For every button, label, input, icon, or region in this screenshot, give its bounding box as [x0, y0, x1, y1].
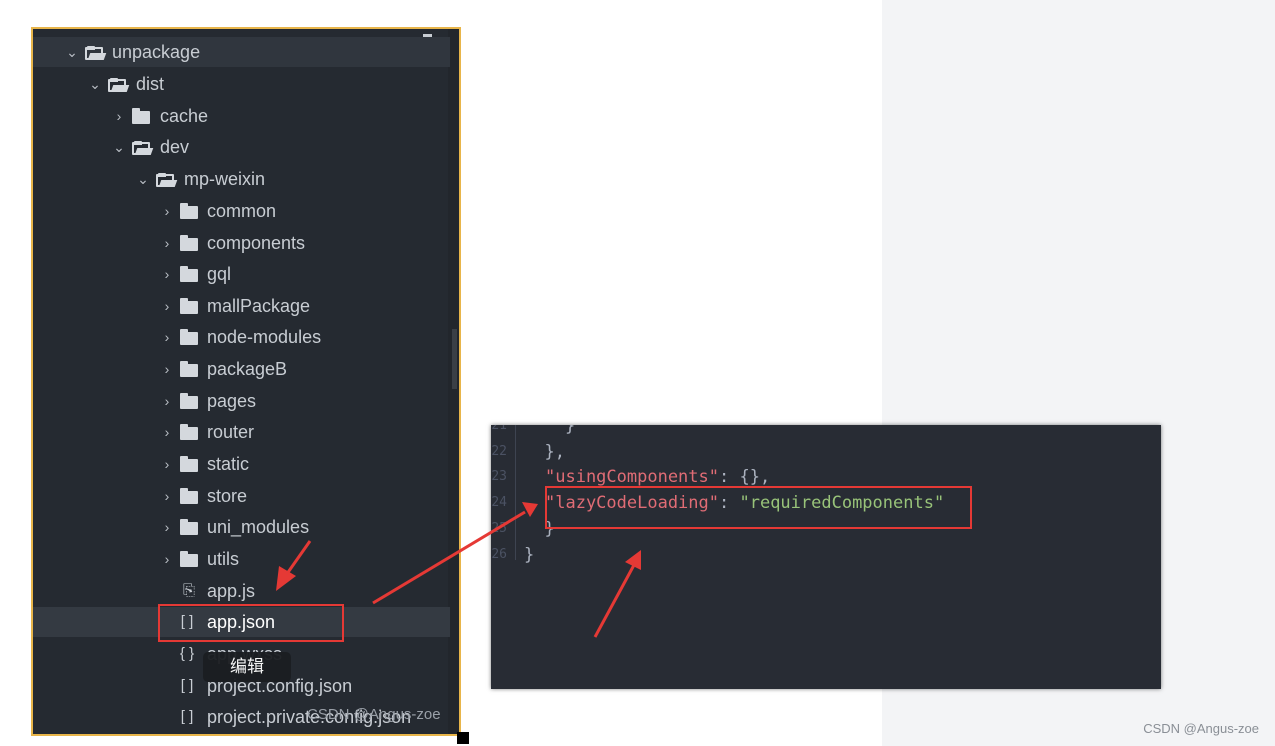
chevron-right-icon: ›	[164, 329, 170, 345]
explorer-watermark: CSDN @Angus-zoe	[307, 706, 441, 723]
tree-item-label: unpackage	[112, 42, 201, 62]
folder-icon	[179, 481, 199, 511]
tree-item-label: store	[207, 486, 248, 506]
line-number: 25	[491, 521, 507, 536]
folder-icon	[179, 512, 199, 542]
chevron-right-icon: ›	[164, 424, 170, 440]
chevron-right-icon: ›	[164, 203, 170, 219]
code-line: 21 }	[491, 425, 1161, 439]
tree-item-static[interactable]: › static	[33, 449, 450, 479]
tree-item-router[interactable]: › router	[33, 417, 450, 447]
chevron-right-icon: ›	[164, 488, 170, 504]
json-key: "usingComponents"	[545, 467, 719, 487]
chevron-down-icon: ⌄	[66, 44, 78, 60]
tree-item-label: app.js	[207, 581, 256, 601]
tree-item-label: uni_modules	[207, 517, 310, 537]
tree-item-cache[interactable]: › cache	[33, 101, 450, 131]
folder-icon	[179, 386, 199, 416]
tree-item-label: router	[207, 422, 255, 442]
tree-item-node-modules[interactable]: › node-modules	[33, 322, 450, 352]
folder-open-icon	[155, 164, 175, 194]
chevron-right-icon: ›	[164, 519, 170, 535]
edit-tooltip: 编辑	[203, 652, 291, 682]
folder-icon	[179, 544, 199, 574]
line-number: 26	[491, 547, 507, 562]
tree-item-mallpackage[interactable]: › mallPackage	[33, 291, 450, 321]
chevron-right-icon: ›	[164, 235, 170, 251]
tree-item-mp-weixin[interactable]: ⌄ mp-weixin	[33, 164, 450, 194]
tree-item-label: common	[207, 201, 277, 221]
tree-item-dev[interactable]: ⌄ dev	[33, 132, 450, 162]
code-line: 26 }	[491, 542, 1161, 568]
css-file-icon: { }	[179, 645, 195, 662]
tree-item-label: cache	[160, 106, 209, 126]
folder-icon	[179, 417, 199, 447]
chevron-down-icon: ⌄	[113, 139, 125, 155]
folder-open-icon	[131, 132, 151, 162]
chevron-right-icon: ›	[116, 108, 122, 124]
folder-icon	[179, 259, 199, 289]
code-text: }	[524, 425, 576, 436]
code-text: },	[524, 442, 565, 462]
code-line: 22 },	[491, 439, 1161, 465]
line-number: 23	[491, 469, 507, 484]
resize-handle	[457, 732, 469, 744]
folder-icon	[131, 101, 151, 131]
folder-icon	[179, 228, 199, 258]
line-number: 24	[491, 495, 507, 510]
folder-open-icon	[107, 69, 127, 99]
line-number: 21	[491, 425, 507, 433]
chevron-right-icon: ›	[164, 298, 170, 314]
js-file-icon: ⎘	[182, 582, 195, 599]
tree-item-label: dist	[136, 74, 165, 94]
folder-icon	[179, 449, 199, 479]
tree-item-uni-modules[interactable]: › uni_modules	[33, 512, 450, 542]
tree-item-app-js[interactable]: ⎘ app.js	[33, 576, 450, 606]
tree-item-components[interactable]: › components	[33, 228, 450, 258]
folder-icon	[179, 291, 199, 321]
tree-item-pages[interactable]: › pages	[33, 386, 450, 416]
tree-item-label: pages	[207, 391, 257, 411]
tree-item-label: static	[207, 454, 250, 474]
tree-item-label: components	[207, 233, 306, 253]
json-punctuation: : {},	[719, 467, 771, 487]
json-file-icon: [ ]	[180, 677, 194, 694]
tree-item-packageb[interactable]: › packageB	[33, 354, 450, 384]
folder-icon	[179, 196, 199, 226]
chevron-right-icon: ›	[164, 266, 170, 282]
folder-icon	[179, 354, 199, 384]
tree-item-label: gql	[207, 264, 232, 284]
page-watermark: CSDN @Angus-zoe	[1143, 721, 1259, 736]
tree-item-label: mallPackage	[207, 296, 311, 316]
tree-item-label: packageB	[207, 359, 288, 379]
chevron-right-icon: ›	[164, 456, 170, 472]
chevron-down-icon: ⌄	[89, 76, 101, 92]
code-text: }	[524, 545, 535, 565]
explorer-scrollbar-thumb[interactable]	[452, 329, 457, 389]
tree-item-label: utils	[207, 549, 240, 569]
tree-item-dist[interactable]: ⌄ dist	[33, 69, 450, 99]
chevron-right-icon: ›	[164, 393, 170, 409]
folder-open-icon	[84, 37, 104, 67]
tree-item-label: dev	[160, 137, 190, 157]
tree-item-gql[interactable]: › gql	[33, 259, 450, 289]
tree-item-store[interactable]: › store	[33, 481, 450, 511]
code-editor: 21 } 22 }, 23 "usingComponents": {}, 24 …	[491, 425, 1161, 689]
tree-item-label: mp-weixin	[184, 169, 266, 189]
annotation-box-lazy-code-loading	[545, 486, 972, 529]
chevron-down-icon: ⌄	[137, 171, 149, 187]
tree-item-label: node-modules	[207, 327, 322, 347]
tree-item-unpackage[interactable]: ⌄ unpackage	[33, 37, 450, 67]
chevron-right-icon: ›	[164, 551, 170, 567]
json-file-icon: [ ]	[180, 708, 194, 725]
folder-icon	[179, 322, 199, 352]
line-number: 22	[491, 444, 507, 459]
tree-item-common[interactable]: › common	[33, 196, 450, 226]
tree-item-utils[interactable]: › utils	[33, 544, 450, 574]
chevron-right-icon: ›	[164, 361, 170, 377]
annotation-box-app-json	[158, 604, 344, 642]
